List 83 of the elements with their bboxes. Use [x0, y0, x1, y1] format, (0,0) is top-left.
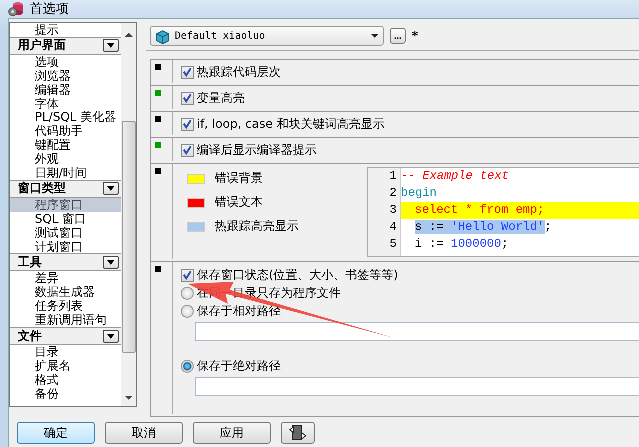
arrows-page-icon [289, 425, 307, 441]
sidebar-item[interactable]: 目录 [10, 345, 121, 359]
window-title: 首选项 [30, 1, 69, 18]
color-swatch[interactable] [187, 174, 205, 184]
checkbox[interactable] [181, 118, 194, 130]
checkbox[interactable] [181, 66, 194, 78]
sidebar-item[interactable]: 格式 [10, 372, 121, 387]
sidebar-item[interactable]: 任务列表 [10, 299, 121, 314]
help-button[interactable] [281, 422, 315, 444]
radio-label: 保存于相对路径 [197, 302, 281, 320]
color-label: 错误背景 [215, 170, 263, 187]
sidebar-item[interactable]: 计划窗口 [10, 240, 121, 254]
line-number: 3 [388, 202, 398, 219]
collapse-button[interactable] [103, 182, 119, 196]
group-header[interactable]: 窗口类型 [10, 180, 121, 198]
checkbox[interactable] [181, 92, 194, 104]
code-token: select * from emp; [415, 203, 545, 217]
code-token: s := [415, 220, 452, 234]
line-number: 1 [388, 168, 398, 185]
code-token: ; [544, 220, 552, 234]
sidebar-item[interactable]: 程序窗口 [10, 198, 121, 212]
dialog-button[interactable]: 确定 [17, 422, 95, 444]
sidebar-item[interactable]: SQL 窗口 [10, 212, 121, 226]
checkbox[interactable] [181, 144, 194, 156]
radio-label: 保存于绝对路径 [197, 358, 281, 374]
color-label: 错误文本 [215, 194, 263, 211]
code-token: 'Hello World' [451, 220, 545, 234]
code-token: begin [401, 186, 438, 200]
sidebar-item[interactable]: 扩展名 [10, 358, 121, 373]
collapse-button[interactable] [103, 39, 119, 52]
group-header[interactable]: 用户界面 [10, 36, 121, 55]
checkbox-label: 编译后显示编译器提示 [197, 142, 317, 158]
path-field[interactable] [195, 377, 639, 396]
line-number: 5 [388, 236, 398, 253]
sidebar-item[interactable]: 选项 [10, 54, 121, 69]
sidebar-item[interactable]: 浏览器 [10, 68, 121, 83]
sidebar-item[interactable]: 代码助手 [10, 124, 121, 138]
database-gear-icon [8, 1, 24, 17]
scroll-thumb[interactable] [122, 121, 136, 353]
radio-button[interactable] [181, 360, 194, 372]
line-number: 2 [388, 185, 398, 202]
more-button[interactable]: ... [390, 28, 406, 44]
group-header[interactable]: 文件 [10, 327, 121, 346]
sidebar-item[interactable]: 差异 [10, 271, 121, 286]
sidebar-item[interactable]: 备份 [10, 386, 121, 401]
modified-mark: * [412, 29, 418, 43]
sidebar-item[interactable]: 外观 [10, 152, 121, 166]
scrollbar[interactable] [121, 23, 136, 406]
group-header[interactable]: 工具 [10, 253, 121, 272]
cube-grid-icon [155, 28, 171, 44]
code-token: -- Example text [401, 169, 510, 183]
sidebar-item[interactable]: 数据生成器 [10, 285, 121, 300]
scroll-down-icon[interactable] [124, 396, 132, 400]
sidebar-item[interactable]: 字体 [10, 96, 121, 110]
color-swatch[interactable] [187, 222, 205, 232]
code-token: ; [501, 237, 509, 251]
sidebar-item[interactable]: 测试窗口 [10, 226, 121, 240]
checkbox-label: 热跟踪代码层次 [197, 64, 281, 80]
code-token: 1000000 [451, 237, 502, 251]
checkbox[interactable] [181, 268, 194, 282]
sidebar-item[interactable]: 键配置 [10, 138, 121, 152]
dialog-button[interactable]: 取消 [105, 422, 183, 444]
caret-icon [371, 34, 379, 38]
collapse-button[interactable] [103, 256, 119, 269]
dialog-button[interactable]: 应用 [193, 422, 271, 444]
line-number: 4 [388, 219, 398, 236]
color-label: 热跟踪高亮显示 [215, 218, 299, 235]
sidebar-item[interactable]: PL/SQL 美化器 [10, 110, 121, 124]
sidebar-item[interactable]: 编辑器 [10, 82, 121, 97]
sidebar-item[interactable]: 日期/时间 [10, 166, 121, 180]
path-field[interactable] [195, 322, 639, 341]
color-swatch[interactable] [187, 198, 205, 208]
scroll-up-icon[interactable] [124, 33, 132, 37]
checkbox-label: 变量高亮 [197, 90, 245, 106]
radio-button[interactable] [181, 286, 194, 300]
profile-dropdown[interactable]: Default xiaoluo [150, 26, 384, 46]
collapse-button[interactable] [103, 330, 119, 343]
sidebar-item[interactable]: 提示 [10, 23, 121, 37]
radio-button[interactable] [181, 304, 194, 318]
checkbox-label: if, loop, case 和块关键词高亮显示 [197, 116, 385, 132]
sidebar-item[interactable]: 重新调用语句 [10, 313, 121, 328]
code-token: i := [415, 237, 445, 251]
checkbox-label: 保存窗口状态(位置、大小、书签等等) [197, 266, 398, 284]
